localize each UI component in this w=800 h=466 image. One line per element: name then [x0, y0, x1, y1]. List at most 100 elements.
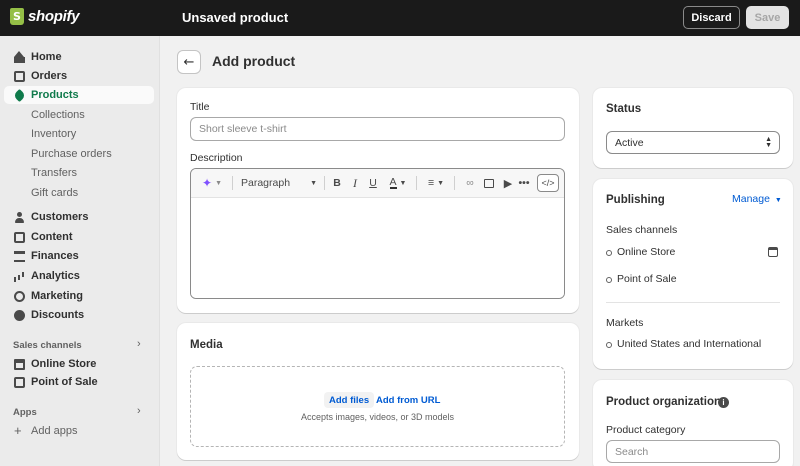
sidebar-item-finances[interactable]: Finances [4, 247, 154, 265]
person-icon [14, 211, 25, 223]
sidebar-item-online-store[interactable]: Online Store [4, 355, 154, 373]
tag-icon [12, 88, 27, 102]
page-title: Add product [212, 53, 296, 69]
sidebar-subitem-collections[interactable]: Collections [31, 109, 85, 121]
discard-button[interactable]: Discard [683, 6, 740, 29]
arrow-left-icon: ← [183, 54, 195, 70]
sidebar-item-label: Content [31, 231, 73, 243]
top-bar: shopify Unsaved product Discard Save [0, 0, 800, 36]
chevron-right-icon[interactable]: › [137, 338, 141, 350]
sidebar-item-marketing[interactable]: Marketing [4, 287, 154, 305]
sidebar-item-label: Marketing [31, 290, 83, 302]
sidebar: Home Orders Products Collections Invento… [0, 36, 160, 466]
sidebar-item-home[interactable]: Home [4, 48, 154, 66]
brand-name: shopify [28, 8, 80, 25]
description-editor[interactable]: ✦ ▼ Paragraph ▼ B I U A ▼ ≡ ▼ ∞ ▶ ••• </> [190, 168, 565, 299]
save-button[interactable]: Save [746, 6, 789, 29]
publishing-heading: Publishing [606, 194, 665, 206]
paragraph-format-select[interactable]: Paragraph ▼ [239, 174, 319, 192]
toolbar-divider [454, 176, 455, 190]
sidebar-item-orders[interactable]: Orders [4, 67, 154, 85]
sidebar-item-label: Point of Sale [31, 376, 98, 388]
product-category-search-input[interactable]: Search [606, 440, 780, 463]
sidebar-item-label: Orders [31, 70, 68, 82]
description-editor-body[interactable] [191, 198, 564, 298]
toolbar-divider [232, 176, 233, 190]
video-icon[interactable]: ▶ [500, 174, 516, 192]
more-options-icon[interactable]: ••• [516, 174, 532, 192]
pos-icon [14, 376, 25, 388]
sidebar-item-label: Customers [31, 211, 89, 223]
add-files-button[interactable]: Add files [324, 392, 375, 408]
store-icon [14, 358, 25, 370]
unsaved-status-title: Unsaved product [182, 10, 289, 25]
status-card [593, 88, 793, 168]
media-accepted-types-hint: Accepts images, videos, or 3D models [300, 412, 455, 422]
sidebar-item-customers[interactable]: Customers [4, 208, 154, 226]
editor-toolbar: ✦ ▼ Paragraph ▼ B I U A ▼ ≡ ▼ ∞ ▶ ••• </> [191, 169, 564, 198]
status-select-value: Active [615, 136, 644, 149]
product-category-label: Product category [606, 424, 686, 436]
paragraph-select-value: Paragraph [241, 177, 291, 189]
sidebar-item-label: Analytics [31, 270, 80, 282]
italic-icon[interactable]: I [348, 174, 362, 192]
shopify-bag-icon [10, 8, 24, 25]
link-icon[interactable]: ∞ [462, 174, 478, 192]
sidebar-item-label: Discounts [31, 309, 85, 321]
sidebar-item-content[interactable]: Content [4, 228, 154, 246]
markets-label: Markets [606, 317, 644, 329]
select-arrows-icon: ▲ ▼ [765, 136, 772, 149]
toolbar-divider [416, 176, 417, 190]
manage-publishing-link[interactable]: Manage ▼ [732, 193, 782, 205]
sidebar-item-label: Online Store [31, 358, 97, 370]
discount-icon [14, 309, 25, 321]
chevron-right-icon[interactable]: › [137, 405, 141, 417]
sidebar-item-products[interactable]: Products [4, 86, 154, 104]
shopify-logo[interactable]: shopify [10, 8, 80, 25]
chevron-down-icon: ▼ [774, 197, 782, 204]
back-button[interactable]: ← [177, 50, 201, 74]
underline-icon[interactable]: U [366, 174, 380, 192]
sidebar-item-label: Products [31, 89, 79, 101]
info-icon[interactable]: i [718, 397, 729, 408]
target-icon [14, 290, 25, 302]
sales-channels-label: Sales channels [606, 224, 678, 236]
calendar-schedule-icon[interactable] [768, 247, 778, 257]
bar-chart-icon [14, 271, 25, 282]
sidebar-subitem-purchase-orders[interactable]: Purchase orders [31, 148, 112, 160]
sidebar-item-label: Add apps [31, 425, 78, 437]
sidebar-item-add-apps[interactable]: + Add apps [4, 422, 154, 440]
plus-icon: + [14, 422, 22, 438]
content-icon [14, 231, 25, 243]
sidebar-subitem-gift-cards[interactable]: Gift cards [31, 187, 78, 199]
bold-icon[interactable]: B [330, 174, 344, 192]
media-heading: Media [190, 339, 223, 351]
sidebar-item-label: Finances [31, 250, 79, 262]
market-us-international: United States and International [617, 338, 762, 350]
sales-channels-section-label: Sales channels [13, 340, 82, 351]
ai-sparkle-icon[interactable]: ✦ ▼ [197, 174, 227, 192]
description-label: Description [190, 152, 243, 164]
apps-section-label: Apps [13, 407, 37, 418]
title-input[interactable]: Short sleeve t-shirt [190, 117, 565, 141]
image-icon[interactable] [481, 174, 497, 192]
market-status-dot [606, 342, 612, 348]
sidebar-item-label: Home [31, 51, 62, 63]
sidebar-item-point-of-sale[interactable]: Point of Sale [4, 373, 154, 391]
status-heading: Status [606, 103, 642, 115]
sidebar-item-discounts[interactable]: Discounts [4, 306, 154, 324]
sidebar-subitem-inventory[interactable]: Inventory [31, 128, 76, 140]
toolbar-divider [324, 176, 325, 190]
channel-online-store: Online Store [617, 246, 676, 258]
chevron-down-icon: ▼ [310, 179, 317, 187]
divider [606, 302, 780, 303]
product-organization-heading: Product organization [606, 396, 721, 408]
status-select[interactable]: Active ▲ ▼ [606, 131, 780, 154]
align-left-icon[interactable]: ≡ ▼ [424, 174, 448, 192]
sidebar-item-analytics[interactable]: Analytics [4, 267, 154, 285]
sidebar-subitem-transfers[interactable]: Transfers [31, 167, 77, 179]
show-html-icon[interactable]: </> [537, 174, 559, 192]
channel-point-of-sale: Point of Sale [617, 273, 677, 285]
add-from-url-button[interactable]: Add from URL [371, 392, 445, 408]
text-color-icon[interactable]: A ▼ [386, 174, 410, 192]
